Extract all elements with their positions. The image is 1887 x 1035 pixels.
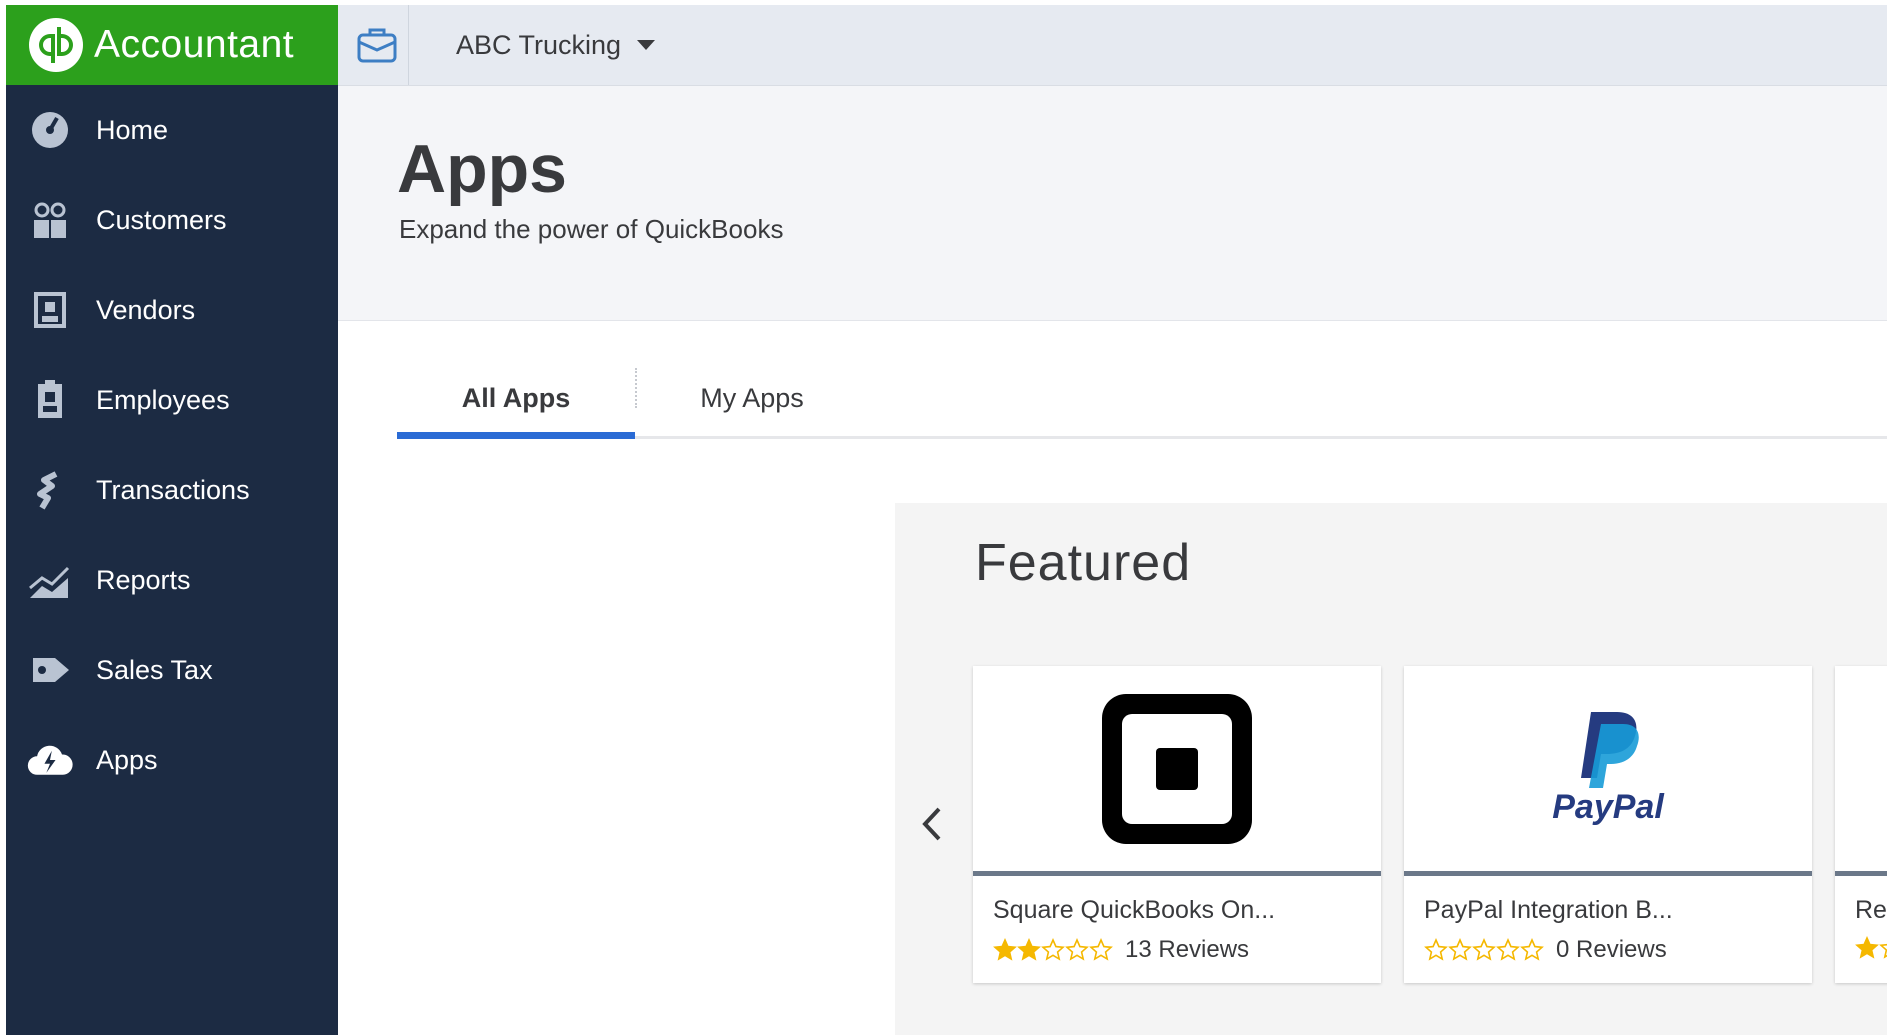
app-rating: 13 Reviews [993,936,1249,964]
sidebar-item-transactions[interactable]: Transactions [6,445,338,535]
sidebar-item-label: Apps [96,744,158,775]
app-name: Square QuickBooks On... [993,896,1276,924]
star-empty-icon [1041,938,1065,961]
star-empty-icon [1520,938,1544,961]
sidebar-item-reports[interactable]: Reports [6,535,338,625]
app-card-paypal[interactable]: PayPal PayPal Integration B... 0 Reviews [1404,666,1812,983]
caret-down-icon [637,40,656,50]
page-subtitle: Expand the power of QuickBooks [399,214,784,244]
sidebar-item-apps[interactable]: Apps [6,715,338,805]
featured-title: Featured [975,534,1192,592]
tab-my-apps[interactable]: My Apps [637,360,867,436]
transactions-icon [26,466,74,514]
star-empty-icon [1472,938,1496,961]
company-selector[interactable]: ABC Trucking [456,5,656,85]
tab-label: My Apps [700,382,804,413]
star-rating [1424,938,1544,962]
sidebar-item-vendors[interactable]: Vendors [6,265,338,355]
apps-cloud-icon [26,736,74,784]
star-empty-icon [1065,938,1089,961]
chevron-left-icon[interactable] [917,799,947,849]
vendors-icon [26,286,74,334]
star-rating [993,938,1113,962]
star-filled-icon [993,938,1017,961]
sidebar-item-customers[interactable]: Customers [6,175,338,265]
app-card-square[interactable]: Square QuickBooks On... 13 Reviews [973,666,1381,983]
dashboard-gauge-icon [26,106,74,154]
app-name: Re [1855,896,1887,924]
star-filled-icon [1855,936,1879,959]
employees-icon [26,376,74,424]
sidebar-item-home[interactable]: Home [6,85,338,175]
app-logo-area: PayPal [1404,666,1812,876]
star-empty-icon [1448,938,1472,961]
sidebar-item-label: Sales Tax [96,654,213,685]
review-count: 0 Reviews [1556,936,1667,963]
app-card-partial[interactable]: Re [1835,666,1887,983]
page-header: Apps Expand the power of QuickBooks [338,86,1887,321]
brand-name: Accountant [94,23,295,66]
sidebar-item-sales-tax[interactable]: Sales Tax [6,625,338,715]
quickbooks-logo-icon [29,18,83,72]
tab-bar: All Apps My Apps [397,360,1887,439]
star-empty-icon [1424,938,1448,961]
tab-all-apps[interactable]: All Apps [397,360,635,439]
sidebar-item-label: Vendors [96,294,196,325]
paypal-logo-icon: PayPal [1552,710,1664,827]
sidebar-item-label: Reports [96,564,191,595]
company-name: ABC Trucking [456,29,622,60]
paypal-wordmark: PayPal [1552,788,1664,826]
app-rating [1855,936,1887,960]
sidebar-item-label: Home [96,114,169,145]
customers-icon [26,196,74,244]
sidebar-nav: Home Customers Vendors Employees Transac… [6,85,338,805]
reports-icon [26,556,74,604]
sidebar: Accountant Home Customers Vendors Employ… [6,5,338,1035]
sidebar-item-label: Transactions [96,474,250,505]
featured-section: Featured Square QuickBooks On... 13 Revi… [895,503,1887,1035]
app-rating: 0 Reviews [1424,936,1667,964]
sidebar-item-label: Customers [96,204,227,235]
app-name: PayPal Integration B... [1424,896,1673,924]
review-count: 13 Reviews [1125,936,1250,963]
sidebar-item-label: Employees [96,384,230,415]
star-empty-icon [1496,938,1520,961]
app-logo-area [1835,666,1887,876]
star-empty-icon [1879,943,1887,959]
tab-label: All Apps [461,382,571,413]
star-empty-icon [1089,938,1113,961]
star-rating [1855,936,1887,960]
brand-header[interactable]: Accountant [6,5,338,85]
briefcase-icon[interactable] [346,5,409,85]
sales-tax-icon [26,646,74,694]
app-logo-area [973,666,1381,876]
square-logo-icon [1102,693,1252,844]
star-filled-icon [1017,938,1041,961]
page-title: Apps [397,131,567,207]
top-bar: ABC Trucking [338,5,1887,86]
active-tab-indicator [397,432,635,439]
sidebar-item-employees[interactable]: Employees [6,355,338,445]
